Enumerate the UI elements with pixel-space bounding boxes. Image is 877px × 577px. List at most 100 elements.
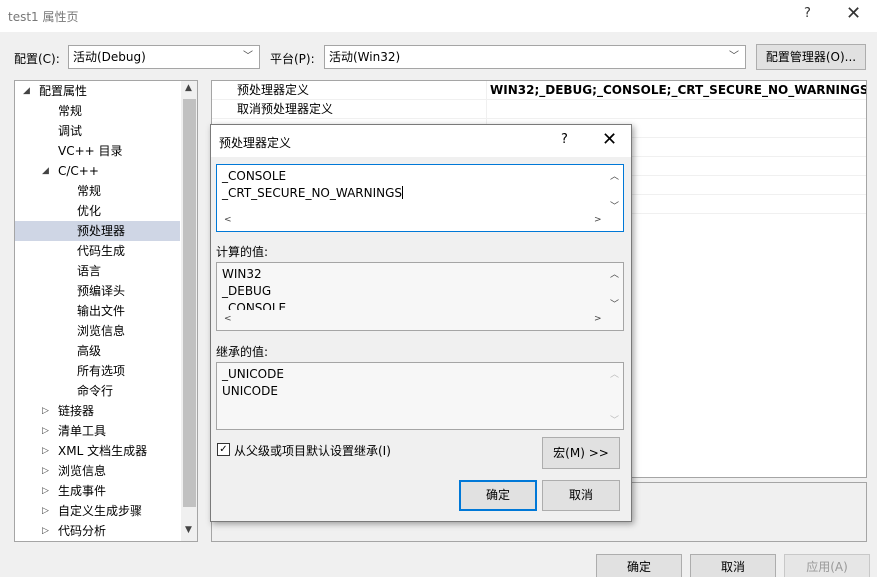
tree-item-label: 代码生成 (77, 244, 126, 258)
config-label: 配置(C): (14, 52, 60, 66)
config-combo[interactable]: 活动(Debug) ﹀ (68, 45, 260, 69)
chevron-down-icon: ﹀ (243, 51, 253, 62)
cancel-button[interactable]: 取消 (690, 554, 776, 577)
computed-line: WIN32 (222, 267, 262, 281)
tree-item[interactable]: ▷ 清单工具 (15, 421, 180, 441)
scroll-up-icon[interactable]: ︿ (610, 267, 619, 280)
chevron-down-icon: ﹀ (729, 51, 739, 62)
tree-item-label: 所有选项 (77, 364, 126, 378)
inherit-checkbox-label: 从父级或项目默认设置继承(I) (234, 444, 391, 458)
tree-item-label: 高级 (77, 344, 102, 358)
tree-item[interactable]: ◢ C/C++ (15, 161, 180, 181)
collapsed-arrow-icon[interactable]: ▷ (42, 441, 49, 461)
scroll-right-icon[interactable]: > (594, 215, 602, 225)
help-icon[interactable]: ? (561, 132, 568, 147)
scroll-up-icon[interactable]: ︿ (610, 169, 619, 182)
tree-item-label: 调试 (58, 124, 83, 138)
tree-item[interactable]: 调试 (15, 121, 180, 141)
close-icon[interactable]: ✕ (846, 3, 861, 24)
scroll-up-icon[interactable]: ▲ (185, 83, 192, 93)
tree-item[interactable]: ◢ 配置属性 (15, 81, 180, 101)
scroll-thumb[interactable] (183, 99, 196, 507)
config-manager-button[interactable]: 配置管理器(O)... (756, 44, 866, 70)
tree-item[interactable]: ▷ 代码分析 (15, 521, 180, 541)
tree-item[interactable]: ▷ XML 文档生成器 (15, 441, 180, 461)
computed-values-label: 计算的值: (216, 245, 269, 259)
config-value: 活动(Debug) (73, 50, 146, 64)
collapsed-arrow-icon[interactable]: ▷ (42, 481, 49, 501)
scroll-up-icon[interactable]: ︿ (610, 367, 619, 380)
scroll-down-icon[interactable]: ﹀ (610, 297, 619, 310)
computed-line: _DEBUG (222, 284, 272, 298)
tree-item-label: 常规 (58, 104, 83, 118)
collapsed-arrow-icon[interactable]: ▷ (42, 461, 49, 481)
config-tree: ◢ 配置属性 常规 调试 VC++ 目录 ◢ C/C++ 常规 优化 预处理器 代码生成 语言 预编译头… (14, 80, 198, 542)
inherited-line: _UNICODE (222, 367, 284, 381)
preprocessor-definitions-dialog: 预处理器定义 ? ✕ _CONSOLE _CRT_SECURE_NO_WARNI… (210, 124, 632, 522)
tree-item[interactable]: 所有选项 (15, 361, 180, 381)
tree-item[interactable]: 命令行 (15, 381, 180, 401)
dialog-cancel-button[interactable]: 取消 (542, 480, 620, 511)
scroll-right-icon[interactable]: > (594, 314, 602, 324)
tree-item[interactable]: ▷ 自定义生成步骤 (15, 501, 180, 521)
help-icon[interactable]: ? (804, 6, 811, 21)
scroll-left-icon[interactable]: < (224, 314, 232, 324)
tree-item[interactable]: 预编译头 (15, 281, 180, 301)
inherited-values-box[interactable]: _UNICODE UNICODE ︿ ﹀ (216, 362, 624, 430)
tree-item[interactable]: ▷ 生成事件 (15, 481, 180, 501)
scroll-down-icon[interactable]: ﹀ (610, 413, 619, 426)
tree-item-label: 语言 (77, 264, 102, 278)
expanded-arrow-icon[interactable]: ◢ (42, 161, 49, 181)
tree-item-label: 命令行 (77, 384, 114, 398)
collapsed-arrow-icon[interactable]: ▷ (42, 521, 49, 541)
property-value: WIN32;_DEBUG;_CONSOLE;_CRT_SECURE_NO_WAR… (490, 83, 866, 97)
tree-item[interactable]: 语言 (15, 261, 180, 281)
tree-item[interactable]: VC++ 目录 (15, 141, 180, 161)
computed-values-box[interactable]: WIN32 _DEBUG _CONSOLE ︿ ﹀ < > (216, 262, 624, 331)
tree-item[interactable]: 高级 (15, 341, 180, 361)
property-name: 预处理器定义 (237, 83, 310, 97)
ok-button[interactable]: 确定 (596, 554, 682, 577)
tree-item-label: 优化 (77, 204, 102, 218)
tree-item[interactable]: ▷ 浏览信息 (15, 461, 180, 481)
apply-button[interactable]: 应用(A) (784, 554, 870, 577)
tree-item-label: 代码分析 (58, 524, 107, 538)
expanded-arrow-icon[interactable]: ◢ (23, 81, 30, 101)
tree-item[interactable]: 浏览信息 (15, 321, 180, 341)
platform-combo[interactable]: 活动(Win32) ﹀ (324, 45, 746, 69)
definitions-edit-box[interactable]: _CONSOLE _CRT_SECURE_NO_WARNINGS ︿ ﹀ < > (216, 164, 624, 232)
tree-item-label: 自定义生成步骤 (58, 504, 143, 518)
computed-line: _CONSOLE (222, 301, 287, 310)
tree-item-label: 浏览信息 (58, 464, 107, 478)
tree-item-label: 清单工具 (58, 424, 107, 438)
title-bar: test1 属性页 ? ✕ (0, 0, 877, 32)
tree-item[interactable]: 常规 (15, 181, 180, 201)
property-name: 取消预处理器定义 (237, 102, 334, 116)
collapsed-arrow-icon[interactable]: ▷ (42, 401, 49, 421)
tree-item[interactable]: ▷ 链接器 (15, 401, 180, 421)
collapsed-arrow-icon[interactable]: ▷ (42, 501, 49, 521)
property-pages-window: test1 属性页 ? ✕ 配置(C): 活动(Debug) ﹀ 平台(P): … (0, 0, 877, 577)
tree-scrollbar[interactable]: ▲ ▼ (181, 81, 197, 541)
dialog-title: 预处理器定义 (219, 136, 292, 150)
collapsed-arrow-icon[interactable]: ▷ (42, 421, 49, 441)
tree-item-label: 配置属性 (39, 84, 88, 98)
property-row[interactable]: 取消预处理器定义 (212, 100, 866, 119)
platform-value: 活动(Win32) (329, 50, 401, 64)
column-divider (486, 100, 487, 119)
tree-item[interactable]: 输出文件 (15, 301, 180, 321)
scroll-down-icon[interactable]: ▼ (185, 525, 192, 535)
inherit-checkbox[interactable]: ✓ (217, 443, 230, 456)
tree-item-label: 浏览信息 (77, 324, 126, 338)
dialog-ok-button[interactable]: 确定 (459, 480, 537, 511)
tree-item[interactable]: 预处理器 (15, 221, 180, 241)
tree-item[interactable]: 常规 (15, 101, 180, 121)
scroll-down-icon[interactable]: ﹀ (610, 199, 619, 212)
property-row[interactable]: 预处理器定义 WIN32;_DEBUG;_CONSOLE;_CRT_SECURE_… (212, 81, 866, 100)
close-icon[interactable]: ✕ (602, 129, 617, 150)
scroll-left-icon[interactable]: < (224, 215, 232, 225)
macros-button[interactable]: 宏(M) >> (542, 437, 620, 469)
dialog-title-bar: 预处理器定义 ? ✕ (211, 125, 631, 157)
tree-item[interactable]: 优化 (15, 201, 180, 221)
tree-item[interactable]: 代码生成 (15, 241, 180, 261)
